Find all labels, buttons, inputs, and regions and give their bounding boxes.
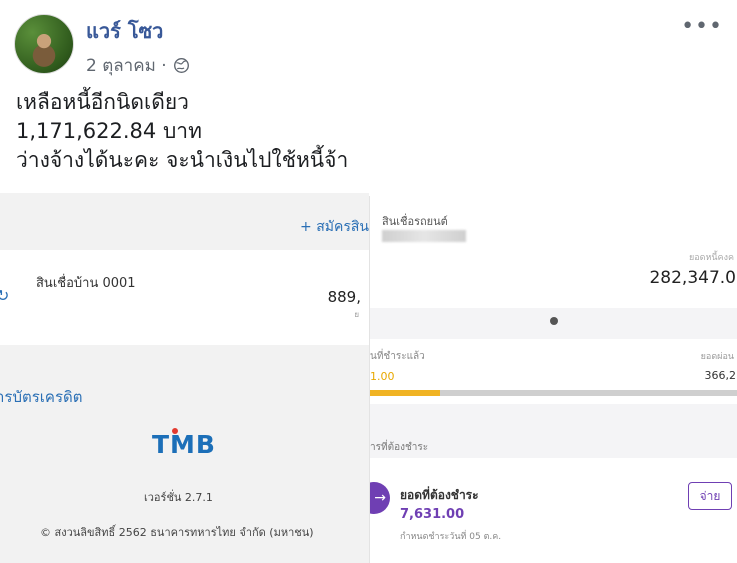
- due-date: กำหนดชำระวันที่ 05 ต.ค.: [400, 532, 502, 542]
- outstanding-value: 282,347.0: [649, 268, 736, 288]
- caption-line: เหลือหนี้อีกนิดเดียว: [16, 90, 189, 114]
- loan-amount-unit: ย: [354, 310, 359, 319]
- app-version: เวอร์ชั่น 2.7.1: [144, 491, 213, 504]
- globe-icon: [173, 58, 189, 73]
- payment-icon: →: [370, 482, 390, 514]
- paid-progress-card: นที่ชำระแล้ว 1.00 ยอดผ่อน 366,2: [370, 339, 737, 404]
- facebook-post: แวร์ โซว 2 ตุลาคม · ••• เหลือหนี้อีกนิดเ…: [0, 0, 737, 563]
- installment-label: ยอดผ่อน: [700, 352, 734, 362]
- due-payment-card: → ยอดที่ต้องชำระ 7,631.00 กำหนดชำระวันที…: [370, 458, 737, 563]
- post-meta: 2 ตุลาคม ·: [86, 52, 190, 79]
- pay-button[interactable]: จ่าย: [688, 482, 732, 510]
- installment-value: 366,2: [704, 369, 737, 382]
- post-caption: เหลือหนี้อีกนิดเดียว 1,171,622.84 บาท ว่…: [16, 88, 348, 175]
- due-section-label: ารที่ต้องชำระ: [370, 442, 429, 453]
- more-options-icon[interactable]: •••: [681, 14, 723, 39]
- due-amount: 7,631.00: [400, 507, 465, 522]
- outstanding-label: ยอดหนี้คงค: [688, 253, 734, 263]
- credit-card-link: ารบัตรเครดิต: [0, 388, 83, 406]
- paid-value: 1.00: [370, 370, 395, 383]
- car-loan-card: สินเชื่อรถยนต์ ยอดหนี้คงค 282,347.0: [370, 196, 737, 308]
- app-header: + สมัครสิน: [0, 193, 369, 248]
- tmb-logo: TMB: [152, 430, 216, 459]
- refresh-icon: ↻: [0, 286, 10, 305]
- payment-progress-fill: [370, 390, 440, 396]
- blurred-account-number: [382, 230, 466, 242]
- tmb-logo-dot: [172, 428, 178, 434]
- car-loan-screenshot[interactable]: สินเชื่อรถยนต์ ยอดหนี้คงค 282,347.0 นที่…: [369, 196, 737, 563]
- home-loan-card: ↻ สินเชื่อบ้าน 0001 889, ย: [0, 250, 369, 345]
- apply-loan-link: + สมัครสิน: [300, 219, 369, 235]
- paid-label: นที่ชำระแล้ว: [370, 351, 425, 362]
- post-date[interactable]: 2 ตุลาคม ·: [86, 52, 167, 79]
- due-title: ยอดที่ต้องชำระ: [400, 488, 479, 502]
- loan-amount: 889,: [327, 288, 361, 306]
- caption-line: ว่างจ้างได้นะคะ จะนำเงินไปใช้หนี้จ้า: [16, 148, 349, 172]
- payment-progress-bar: [370, 390, 737, 396]
- copyright-text: © สงวนลิขสิทธิ์ 2562 ธนาคารทหารไทย จำกัด…: [40, 526, 314, 539]
- caption-line: 1,171,622.84 บาท: [16, 119, 202, 143]
- loan-title: สินเชื่อบ้าน 0001: [36, 276, 136, 291]
- avatar[interactable]: [14, 14, 74, 74]
- pager-dot: [550, 317, 558, 325]
- tmb-app-screenshot[interactable]: + สมัครสิน ↻ สินเชื่อบ้าน 0001 889, ย าร…: [0, 193, 369, 563]
- author-name[interactable]: แวร์ โซว: [86, 15, 163, 47]
- car-loan-title: สินเชื่อรถยนต์: [382, 215, 448, 228]
